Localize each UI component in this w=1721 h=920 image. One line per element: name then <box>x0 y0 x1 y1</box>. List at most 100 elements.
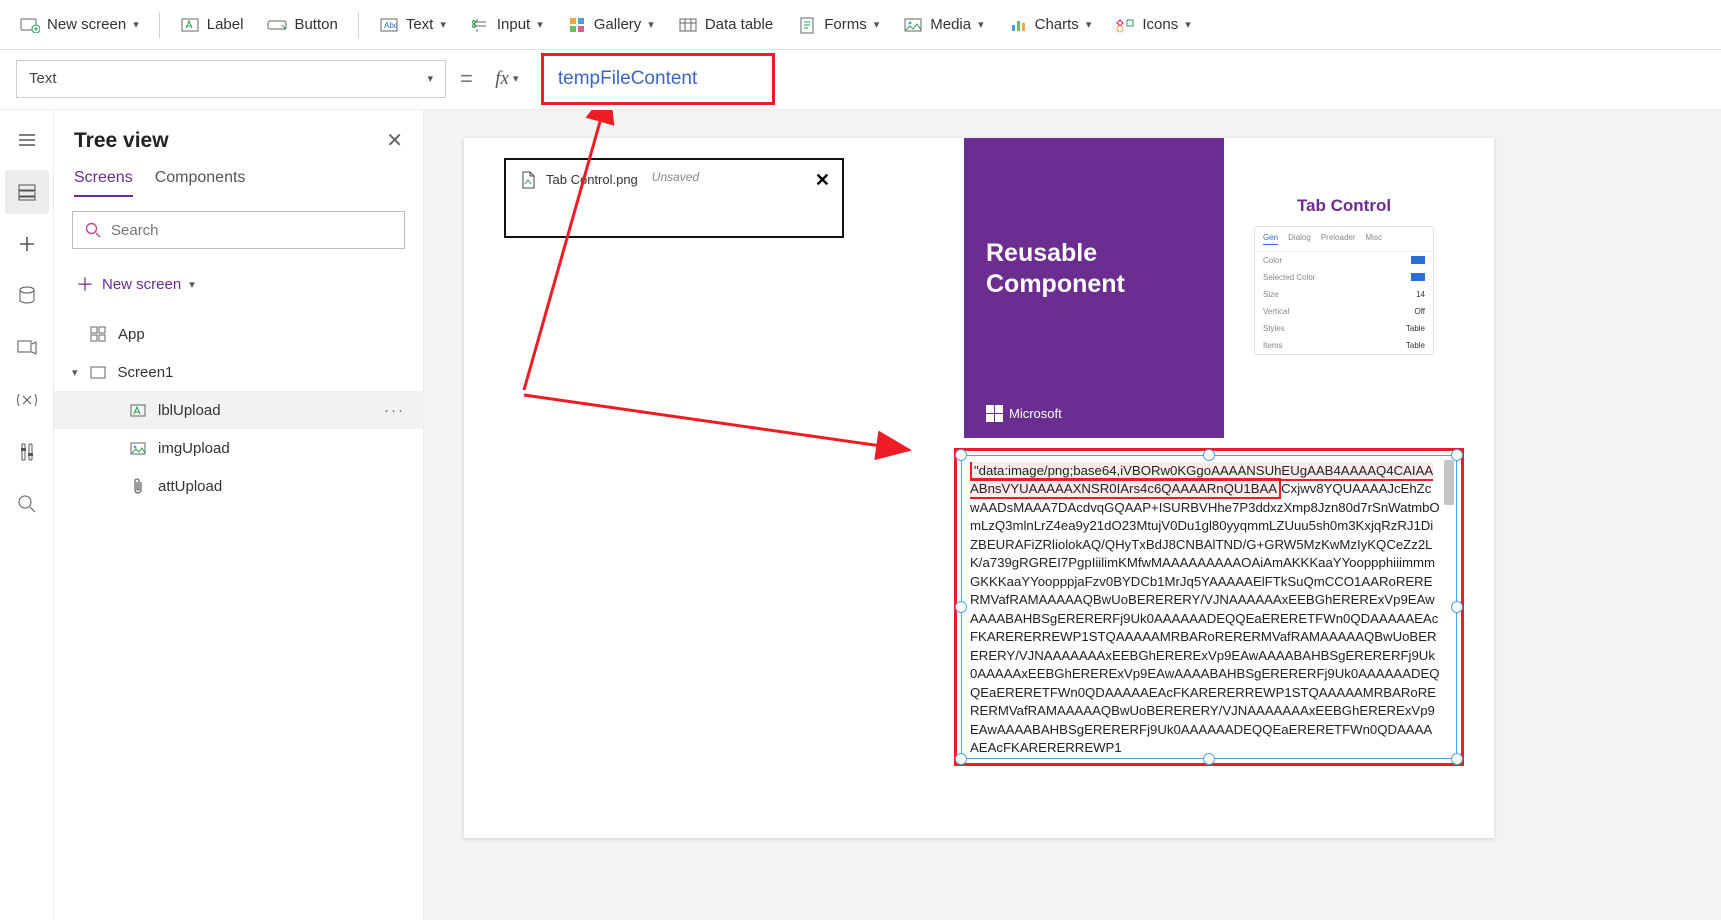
property-select[interactable]: Text ▾ <box>16 60 446 98</box>
resize-handle[interactable] <box>1451 753 1463 765</box>
more-button[interactable]: ··· <box>384 402 405 419</box>
card-line2: Component <box>986 270 1125 298</box>
charts-icon <box>1008 15 1028 35</box>
input-icon <box>470 15 490 35</box>
formula-expression: tempFileContent <box>558 68 697 90</box>
input-button[interactable]: Input ▾ <box>460 9 553 41</box>
data-button[interactable] <box>5 274 49 318</box>
search-rail-button[interactable] <box>5 482 49 526</box>
tree-lblupload[interactable]: lblUpload ··· <box>54 391 423 429</box>
media-rail-button[interactable] <box>5 326 49 370</box>
input-label: Input <box>497 16 530 33</box>
forms-icon <box>797 15 817 35</box>
media-icon <box>903 15 923 35</box>
search-icon <box>83 220 103 240</box>
tree-new-screen[interactable]: ＋ New screen ▾ <box>72 265 405 303</box>
tree-list: App ▾ Screen1 lblUpload ··· imgUpload at… <box>54 315 423 505</box>
resize-handle[interactable] <box>1451 449 1463 461</box>
screen-icon <box>88 362 108 382</box>
search-input[interactable] <box>111 222 394 239</box>
property-value: Text <box>29 70 57 87</box>
media-label: Media <box>930 16 971 33</box>
chevron-down-icon: ▾ <box>513 72 519 85</box>
resize-handle[interactable] <box>955 449 967 461</box>
advanced-tools-button[interactable] <box>5 430 49 474</box>
icons-label: Icons <box>1142 16 1178 33</box>
gallery-label: Gallery <box>594 16 642 33</box>
tree-search[interactable] <box>72 211 405 249</box>
tree-imgupload[interactable]: imgUpload <box>54 429 423 467</box>
tab-control-preview: Tab Control Gen Dialog Preloader Misc Co… <box>1254 196 1434 355</box>
separator <box>159 12 160 38</box>
svg-text:Abc: Abc <box>384 21 398 30</box>
icons-button[interactable]: Icons ▾ <box>1105 9 1200 41</box>
top-toolbar: New screen ▾ Label Button Abc Text ▾ Inp… <box>0 0 1721 50</box>
tree-screen1[interactable]: ▾ Screen1 <box>54 353 423 391</box>
canvas-area: Tab Control.png Unsaved ✕ Reusable Compo… <box>424 110 1721 920</box>
resize-handle[interactable] <box>1203 753 1215 765</box>
close-panel-button[interactable]: ✕ <box>386 128 403 153</box>
icons-icon <box>1115 15 1135 35</box>
button-label: Button <box>294 16 337 33</box>
hamburger-button[interactable] <box>5 118 49 162</box>
new-screen-icon <box>20 15 40 35</box>
attachment-control[interactable]: Tab Control.png Unsaved ✕ <box>504 158 844 238</box>
label-button[interactable]: Label <box>170 9 254 41</box>
resize-handle[interactable] <box>955 601 967 613</box>
file-name: Tab Control.png <box>546 172 638 187</box>
forms-label: Forms <box>824 16 867 33</box>
chevron-down-icon: ▾ <box>427 72 433 85</box>
forms-button[interactable]: Forms ▾ <box>787 9 889 41</box>
gallery-button[interactable]: Gallery ▾ <box>557 9 664 41</box>
canvas-page[interactable]: Tab Control.png Unsaved ✕ Reusable Compo… <box>464 138 1494 838</box>
button-icon <box>267 15 287 35</box>
variables-button[interactable] <box>5 378 49 422</box>
data-table-label: Data table <box>705 16 773 33</box>
tree-tabs: Screens Components <box>54 159 423 197</box>
microsoft-logo: Microsoft <box>986 405 1062 422</box>
new-screen-button[interactable]: New screen ▾ <box>10 9 149 41</box>
data-table-button[interactable]: Data table <box>668 9 783 41</box>
new-screen-label: New screen <box>47 16 126 33</box>
text-button[interactable]: Abc Text ▾ <box>369 9 456 41</box>
file-state: Unsaved <box>652 170 699 184</box>
chevron-down-icon: ▾ <box>189 278 195 291</box>
tab-preview-title: Tab Control <box>1254 196 1434 216</box>
equals-sign: = <box>460 66 473 92</box>
resize-handle[interactable] <box>1203 449 1215 461</box>
label-icon <box>180 15 200 35</box>
lblupload-control[interactable]: "data:image/png;base64,iVBORw0KGgoAAAANS… <box>961 455 1457 759</box>
chevron-down-icon: ▾ <box>1086 18 1092 31</box>
scrollbar[interactable] <box>1444 460 1454 505</box>
insert-button[interactable] <box>5 222 49 266</box>
chevron-down-icon: ▾ <box>72 366 78 379</box>
remove-file-button[interactable]: ✕ <box>815 170 830 191</box>
tab-preview-tabs: Gen Dialog Preloader Misc <box>1255 227 1433 252</box>
tree-view-button[interactable] <box>5 170 49 214</box>
plus-icon: ＋ <box>76 271 94 297</box>
fx-button[interactable]: fx ▾ <box>487 68 527 90</box>
chevron-down-icon: ▾ <box>440 18 446 31</box>
tree-title: Tree view <box>74 129 169 153</box>
formula-input[interactable]: tempFileContent <box>541 60 1705 98</box>
label-label: Label <box>207 16 244 33</box>
text-icon: Abc <box>379 15 399 35</box>
button-button[interactable]: Button <box>257 9 347 41</box>
attachment-icon <box>128 476 148 496</box>
app-icon <box>88 324 108 344</box>
tab-components[interactable]: Components <box>155 169 246 197</box>
tree-panel: Tree view ✕ Screens Components ＋ New scr… <box>54 110 424 920</box>
resize-handle[interactable] <box>955 753 967 765</box>
base64-output-highlight: "data:image/png;base64,iVBORw0KGgoAAAANS… <box>954 448 1464 766</box>
media-button[interactable]: Media ▾ <box>893 9 993 41</box>
tree-app[interactable]: App <box>54 315 423 353</box>
text-label: Text <box>406 16 434 33</box>
resize-handle[interactable] <box>1451 601 1463 613</box>
tree-attupload-label: attUpload <box>158 478 222 495</box>
base64-text: "data:image/png;base64,iVBORw0KGgoAAAANS… <box>970 462 1440 752</box>
charts-button[interactable]: Charts ▾ <box>998 9 1102 41</box>
data-table-icon <box>678 15 698 35</box>
tab-screens[interactable]: Screens <box>74 169 133 197</box>
formula-expression-highlight: tempFileContent <box>541 53 775 105</box>
tree-attupload[interactable]: attUpload <box>54 467 423 505</box>
